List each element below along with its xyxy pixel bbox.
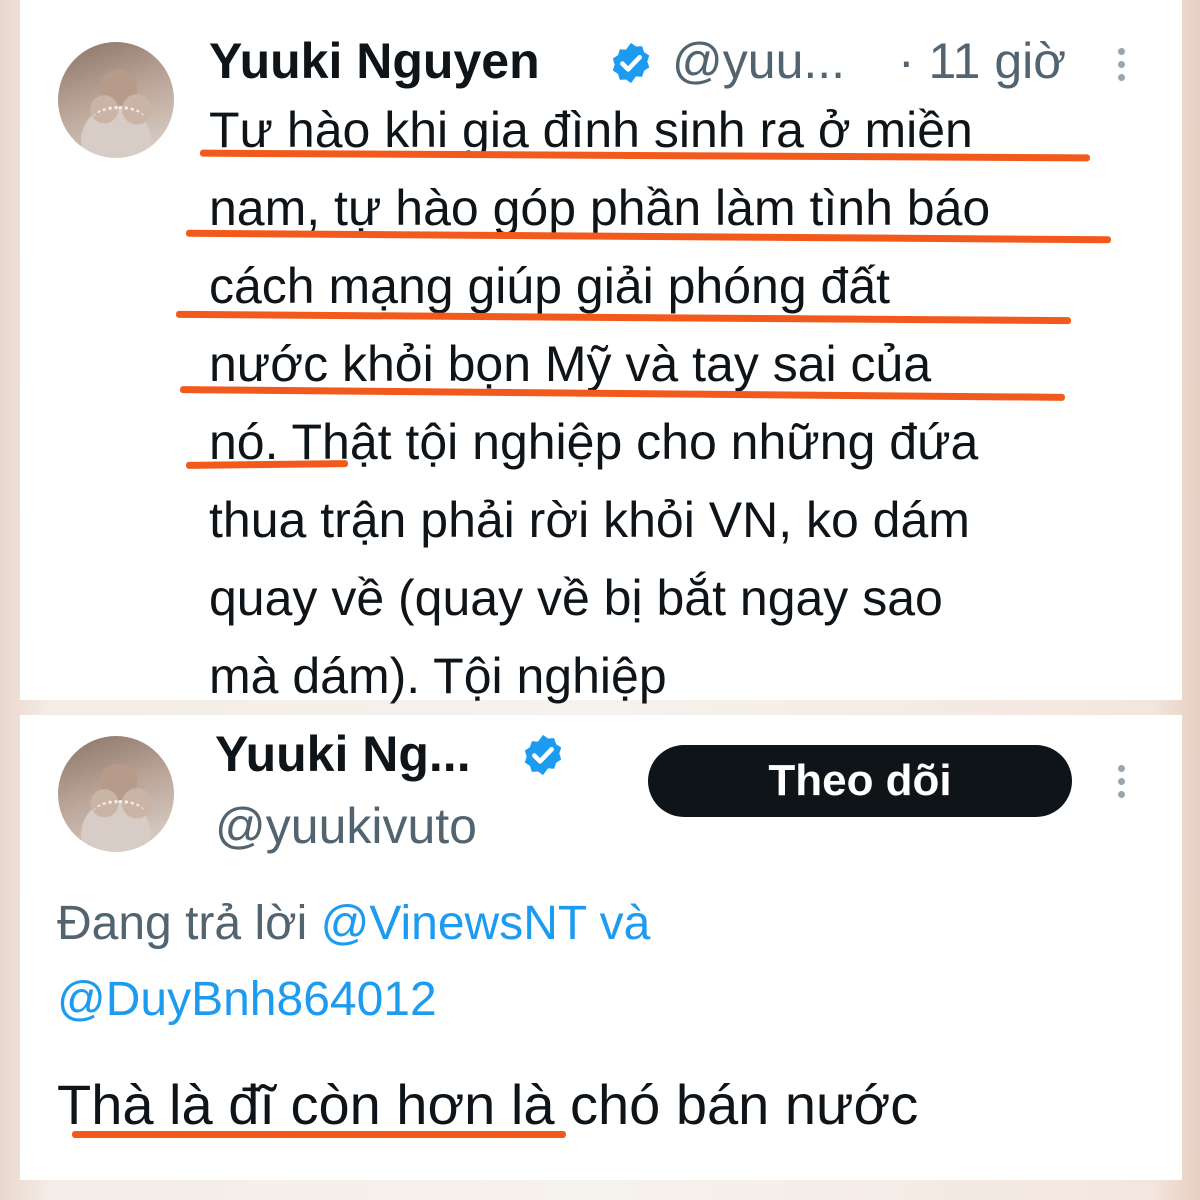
tweet-text-line: quay về (quay về bị bắt ngay sao (209, 570, 943, 626)
avatar[interactable] (58, 736, 174, 852)
verified-badge-icon (612, 42, 650, 84)
handle[interactable]: @yuu... (672, 32, 845, 90)
replying-to: Đang trả lời @VinewsNT và (57, 896, 650, 951)
display-name[interactable]: Yuuki Ng... (215, 725, 471, 783)
verified-badge-icon (524, 734, 562, 776)
tweet-text-line: thua trận phải rời khỏi VN, ko dám (209, 492, 970, 548)
tweet-text-line: cách mạng giúp giải phóng đất (209, 258, 891, 314)
display-name[interactable]: Yuuki Nguyen (209, 32, 540, 90)
mention-link[interactable]: @VinewsNT (321, 897, 587, 950)
replying-to-line2: @DuyBnh864012 (57, 972, 437, 1027)
tweet-text-line: mà dám). Tội nghiệp (209, 648, 667, 704)
timestamp[interactable]: · 11 giờ (898, 32, 1066, 90)
handle[interactable]: @yuukivuto (215, 797, 477, 855)
avatar[interactable] (58, 42, 174, 158)
replying-to-label: Đang trả lời (57, 897, 308, 950)
tweet-text-line: nước khỏi bọn Mỹ và tay sai của (209, 336, 932, 392)
mention-link[interactable]: @DuyBnh864012 (57, 973, 437, 1026)
reply-tweet-text: Thà là đĩ còn hơn là chó bán nước (57, 1073, 919, 1136)
more-options-icon[interactable] (1114, 48, 1128, 87)
highlight-underline (72, 1131, 566, 1138)
replying-to-conjunction: và (599, 897, 651, 950)
more-options-icon[interactable] (1114, 765, 1128, 804)
tweet-text-line: nam, tự hào góp phần làm tình báo (209, 180, 991, 236)
follow-button[interactable]: Theo dõi (648, 745, 1072, 817)
